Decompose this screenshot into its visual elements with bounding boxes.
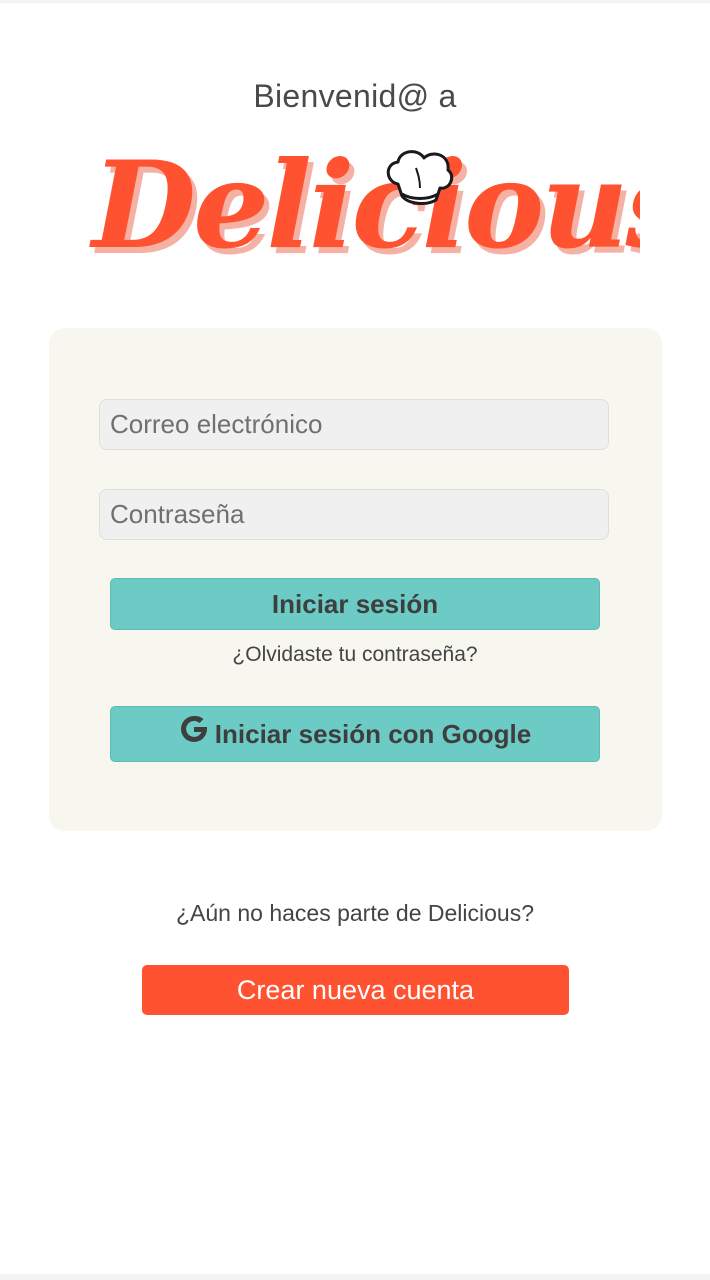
password-input[interactable] bbox=[99, 489, 609, 540]
delicious-logo: Delicious ! Delicious ! bbox=[80, 128, 640, 278]
bottom-divider bbox=[0, 1274, 710, 1280]
forgot-password-link[interactable]: ¿Olvidaste tu contraseña? bbox=[0, 643, 710, 667]
welcome-text: Bienvenid@ a bbox=[253, 78, 457, 114]
google-login-button[interactable]: Iniciar sesión con Google bbox=[110, 706, 600, 762]
create-account-label: Crear nueva cuenta bbox=[236, 974, 475, 1005]
google-button-label: Iniciar sesión con Google bbox=[214, 718, 532, 749]
email-input[interactable] bbox=[99, 399, 609, 450]
top-divider bbox=[0, 0, 710, 3]
create-account-button[interactable]: Crear nueva cuenta bbox=[142, 965, 569, 1015]
google-icon bbox=[179, 714, 209, 744]
login-button[interactable]: Iniciar sesión bbox=[110, 578, 600, 630]
login-button-label: Iniciar sesión bbox=[271, 588, 439, 619]
logo-text: Delicious ! bbox=[89, 135, 640, 276]
signup-prompt: ¿Aún no haces parte de Delicious? bbox=[176, 900, 534, 926]
